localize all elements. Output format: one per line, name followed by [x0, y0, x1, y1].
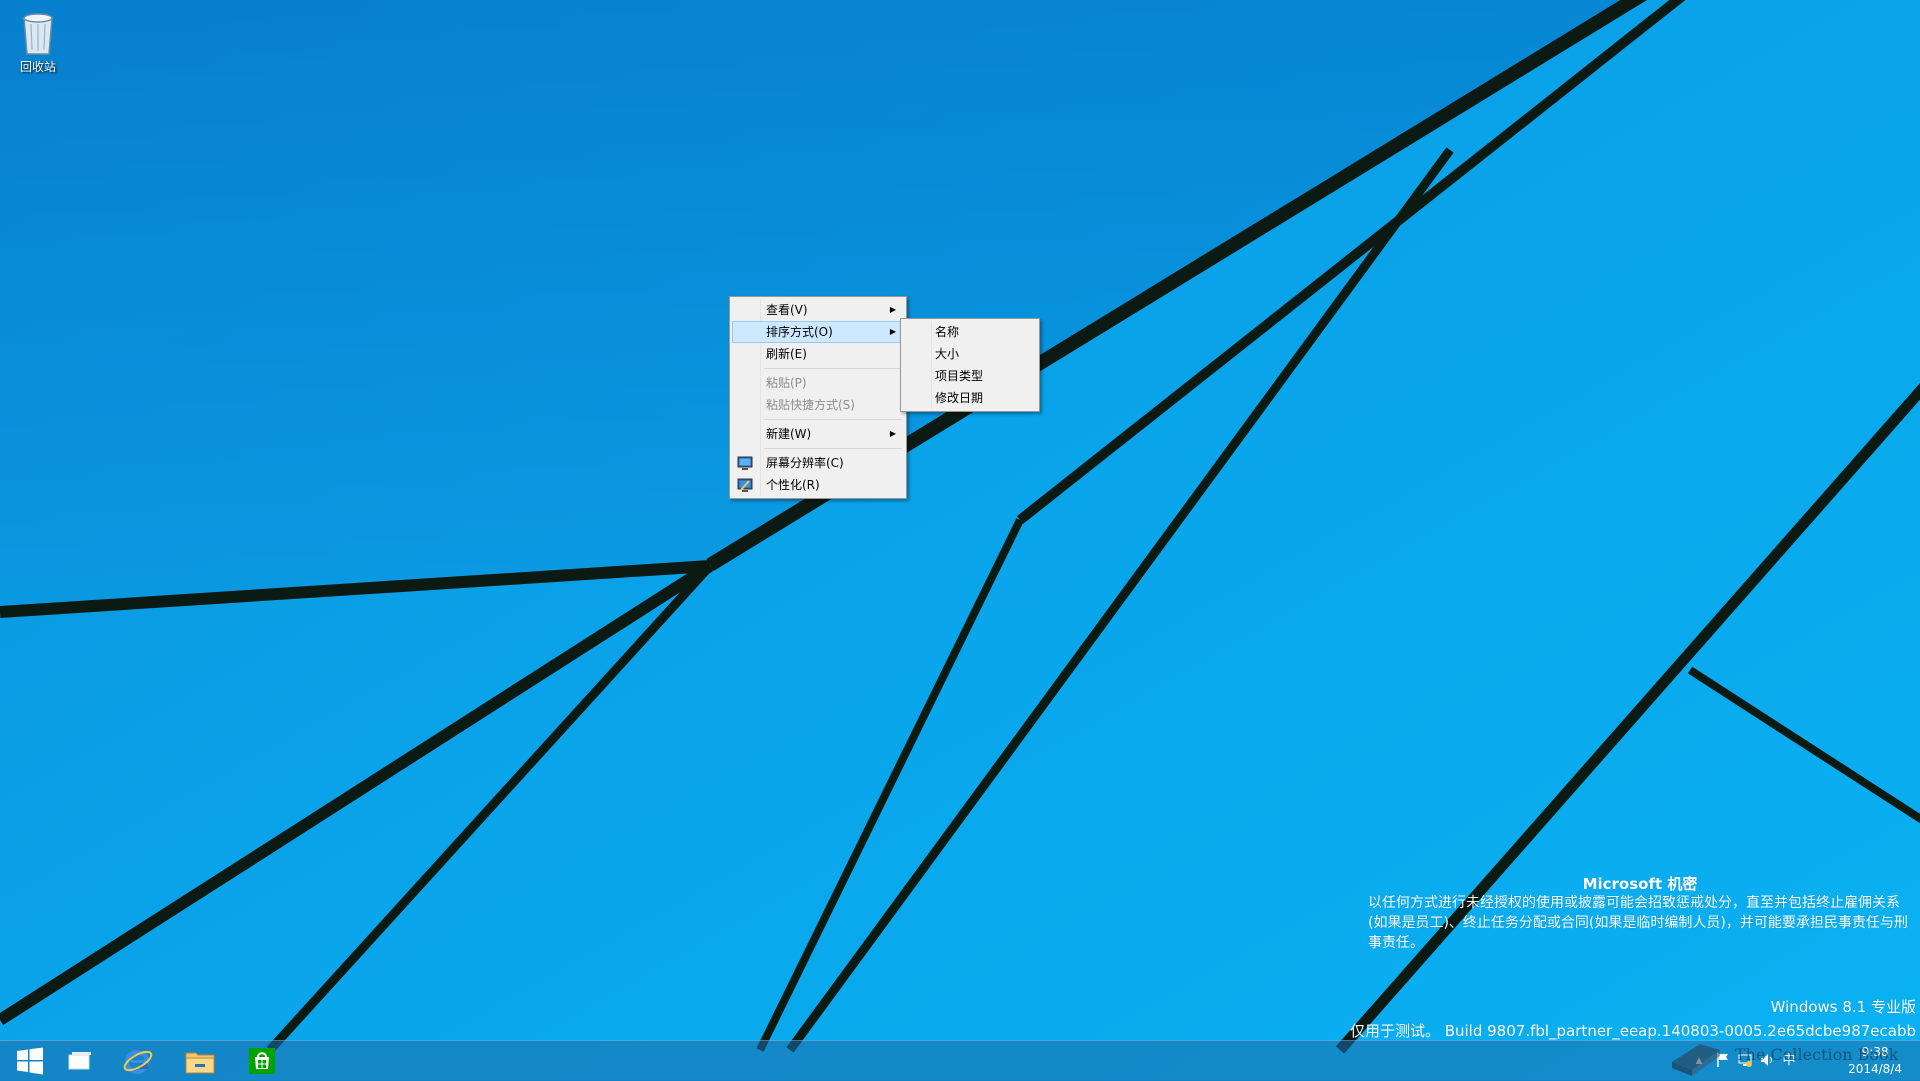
personalize-icon — [737, 477, 753, 493]
submenu-item-name[interactable]: 名称 — [903, 321, 1037, 343]
menu-item-label: 排序方式(O) — [766, 325, 833, 339]
menu-item-refresh[interactable]: 刷新(E) — [732, 343, 904, 365]
confidential-notice: 以任何方式进行未经授权的使用或披露可能会招致惩戒处分，直至并包括终止雇佣关系(如… — [1368, 895, 1908, 951]
build-info-text: 仅用于测试。 Build 9807.fbl_partner_eeap.14080… — [1349, 1022, 1916, 1040]
submenu-arrow-icon: ▶ — [889, 327, 896, 336]
recycle-bin-icon — [16, 6, 60, 58]
menu-item-label: 修改日期 — [935, 391, 984, 405]
menu-item-label: 查看(V) — [766, 303, 808, 317]
overlay-watermark-text: The Collection Book — [1735, 1045, 1899, 1064]
menu-item-personalize[interactable]: 个性化(R) — [732, 474, 904, 496]
book-logo-watermark — [1666, 1030, 1726, 1078]
file-explorer-icon — [185, 1052, 215, 1074]
recycle-bin-shortcut[interactable]: 回收站 — [10, 6, 66, 75]
menu-item-view[interactable]: 查看(V) ▶ — [732, 299, 904, 321]
windows-edition-text: Windows 8.1 专业版 — [1770, 998, 1916, 1016]
menu-item-screen-resolution[interactable]: 屏幕分辨率(C) — [732, 452, 904, 474]
task-view-icon — [68, 1052, 91, 1070]
internet-explorer-icon — [123, 1050, 153, 1074]
submenu-arrow-icon: ▶ — [889, 429, 896, 438]
taskbar: ▴ 中 9:38 2014/8/4 — [0, 1040, 1920, 1081]
store-button[interactable] — [232, 1041, 292, 1081]
sort-by-submenu: 名称 大小 项目类型 修改日期 — [900, 318, 1040, 412]
menu-separator — [764, 368, 902, 369]
screen-resolution-icon — [737, 455, 753, 471]
submenu-arrow-icon: ▶ — [889, 305, 896, 314]
menu-item-label: 新建(W) — [766, 427, 812, 441]
menu-item-label: 粘贴(P) — [766, 376, 807, 390]
store-icon — [249, 1048, 275, 1074]
menu-item-label: 项目类型 — [935, 369, 984, 383]
menu-item-paste-shortcut[interactable]: 粘贴快捷方式(S) — [732, 394, 904, 416]
menu-item-label: 刷新(E) — [766, 347, 807, 361]
desktop-context-menu: 查看(V) ▶ 排序方式(O) ▶ 刷新(E) 粘贴(P) 粘贴快捷方式(S) … — [729, 296, 907, 499]
menu-item-label: 个性化(R) — [766, 478, 820, 492]
submenu-item-size[interactable]: 大小 — [903, 343, 1037, 365]
menu-separator — [764, 448, 902, 449]
submenu-item-item-type[interactable]: 项目类型 — [903, 365, 1037, 387]
task-view-button[interactable] — [50, 1041, 110, 1081]
menu-item-new[interactable]: 新建(W) ▶ — [732, 423, 904, 445]
internet-explorer-button[interactable] — [108, 1041, 168, 1081]
menu-item-sort-by[interactable]: 排序方式(O) ▶ — [732, 321, 904, 343]
menu-item-label: 屏幕分辨率(C) — [766, 456, 844, 470]
menu-item-label: 粘贴快捷方式(S) — [766, 398, 855, 412]
menu-item-paste[interactable]: 粘贴(P) — [732, 372, 904, 394]
recycle-bin-label: 回收站 — [19, 60, 56, 74]
menu-item-label: 名称 — [935, 325, 960, 339]
menu-separator — [764, 419, 902, 420]
submenu-item-date-modified[interactable]: 修改日期 — [903, 387, 1037, 409]
menu-item-label: 大小 — [935, 347, 960, 361]
windows-start-icon — [17, 1047, 43, 1075]
confidential-title: Microsoft 机密 — [1582, 875, 1698, 893]
file-explorer-button[interactable] — [170, 1041, 230, 1081]
